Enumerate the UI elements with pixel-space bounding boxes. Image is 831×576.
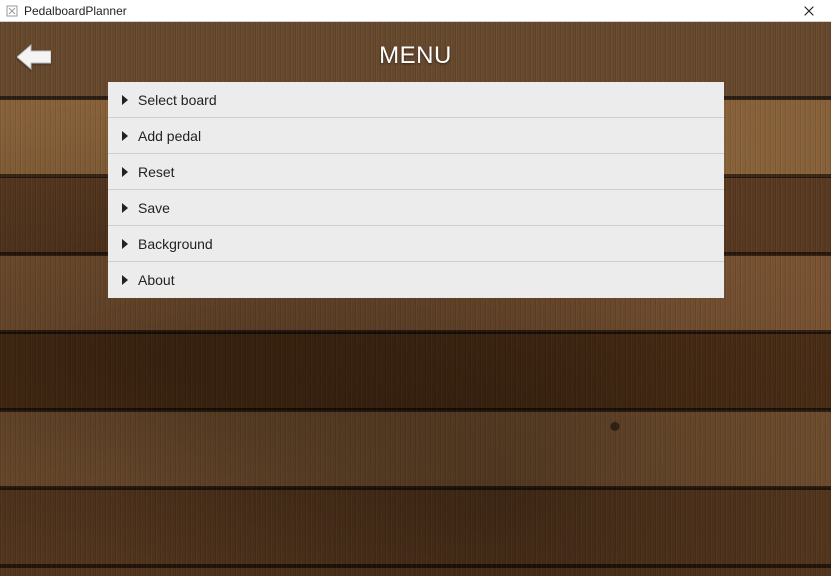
menu-item-label: About (138, 272, 175, 288)
window-close-button[interactable] (787, 0, 831, 22)
client-area: MENU Select board Add pedal Reset Save B… (0, 22, 831, 576)
menu-item-about[interactable]: About (108, 262, 724, 298)
menu-item-label: Add pedal (138, 128, 201, 144)
menu-item-label: Save (138, 200, 170, 216)
menu-item-label: Select board (138, 92, 217, 108)
chevron-right-icon (118, 275, 132, 285)
menu-heading: MENU (0, 42, 831, 70)
menu-item-save[interactable]: Save (108, 190, 724, 226)
chevron-right-icon (118, 167, 132, 177)
menu-item-background[interactable]: Background (108, 226, 724, 262)
menu-item-select-board[interactable]: Select board (108, 82, 724, 118)
menu-item-add-pedal[interactable]: Add pedal (108, 118, 724, 154)
chevron-right-icon (118, 95, 132, 105)
chevron-right-icon (118, 239, 132, 249)
app-icon (4, 3, 20, 19)
menu-panel: Select board Add pedal Reset Save Backgr… (108, 82, 724, 298)
window-title: PedalboardPlanner (24, 4, 127, 18)
menu-item-label: Reset (138, 164, 175, 180)
chevron-right-icon (118, 131, 132, 141)
menu-item-label: Background (138, 236, 213, 252)
close-icon (804, 6, 814, 16)
chevron-right-icon (118, 203, 132, 213)
window-titlebar: PedalboardPlanner (0, 0, 831, 22)
menu-item-reset[interactable]: Reset (108, 154, 724, 190)
